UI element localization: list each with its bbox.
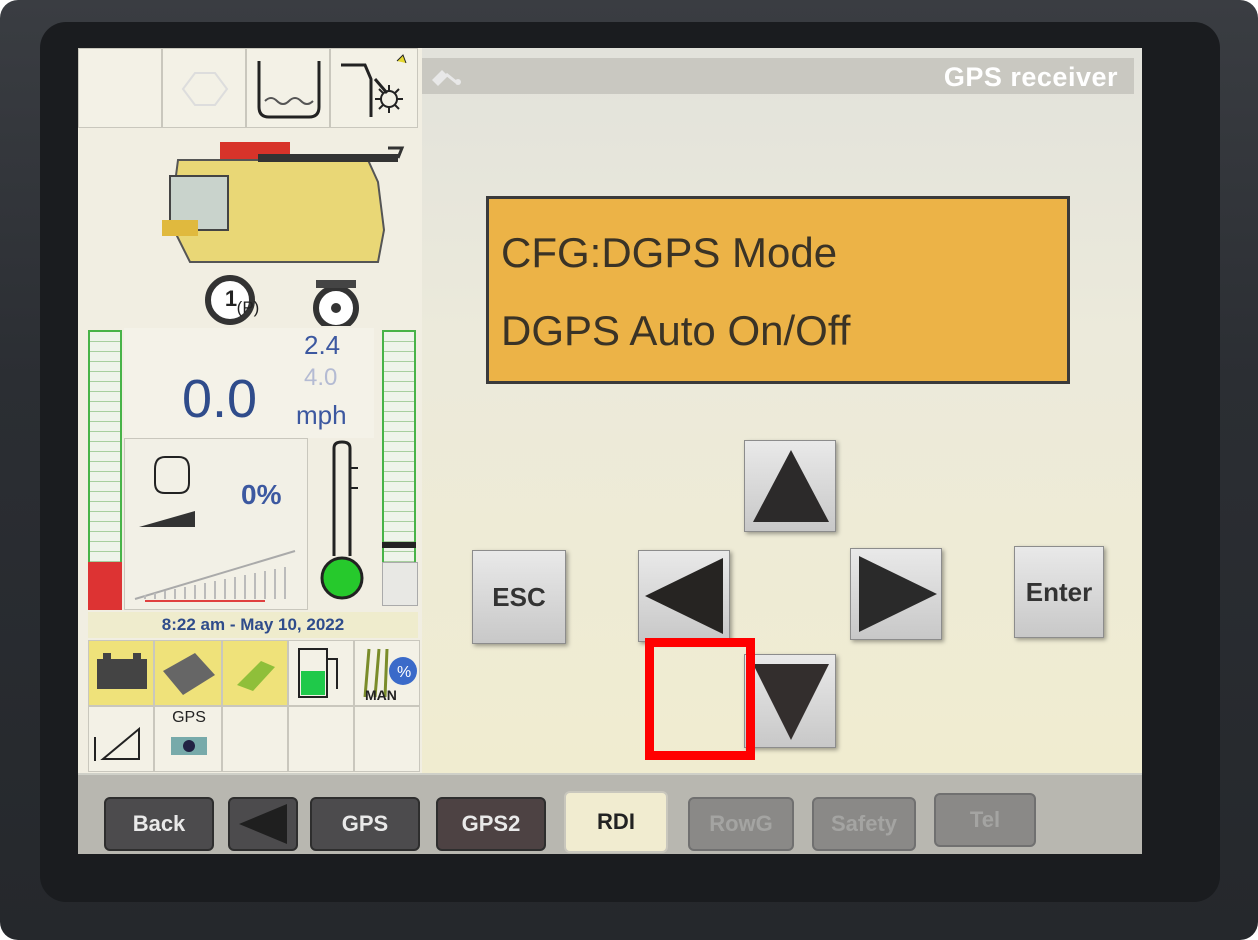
enter-label: Enter [1025, 576, 1093, 607]
empty-slot [78, 48, 162, 128]
tab-back[interactable]: Back [104, 797, 214, 851]
tab-safety[interactable]: Safety [812, 797, 916, 851]
engine-load-icon [134, 456, 296, 602]
man-label: MAN [365, 687, 397, 703]
display-line-1: CFG:DGPS Mode [501, 229, 838, 276]
tab-rdi[interactable]: RDI [564, 791, 668, 853]
fuel-pump-icon [88, 562, 122, 610]
tab-gps2[interactable]: GPS2 [436, 797, 546, 851]
speed-preset-low: 4.0 [304, 364, 338, 391]
header-bar: GPS receiver [422, 58, 1134, 94]
speed-value: 0.0 [182, 369, 258, 429]
svg-text:%: % [397, 664, 411, 681]
up-arrow-icon [753, 450, 829, 522]
load-percent: 0% [241, 479, 282, 510]
left-arrow-button[interactable] [638, 550, 730, 642]
display-bezel: 1 (P) 0.0 2.4 4.0 mph 0% 8:22 am - May 1… [0, 0, 1258, 940]
status-panel: 1 (P) 0.0 2.4 4.0 mph 0% 8:22 am - May 1… [78, 48, 425, 773]
grain-tank-icon[interactable] [246, 48, 330, 128]
tab-gps[interactable]: GPS [310, 797, 420, 851]
back-arrow-icon [239, 804, 287, 844]
esc-label: ESC [492, 581, 546, 612]
engine-load: 0% [124, 438, 308, 610]
gps-status-icon[interactable]: GPS [154, 706, 222, 772]
terminal-screen: 1 (P) 0.0 2.4 4.0 mph 0% 8:22 am - May 1… [78, 48, 1142, 854]
left-level-gauge [84, 330, 124, 610]
empty-slot [288, 706, 354, 772]
satellite-icon [432, 70, 461, 86]
display-module-icon[interactable] [154, 640, 222, 706]
level-marker [382, 542, 416, 548]
right-level-gauge [378, 330, 418, 610]
empty-slot [222, 706, 288, 772]
header-height-icon[interactable] [88, 706, 154, 772]
battery-icon[interactable] [88, 640, 154, 706]
tab-previous[interactable] [228, 797, 298, 851]
hydraulic-icon[interactable] [222, 640, 288, 706]
down-arrow-button[interactable] [744, 654, 836, 748]
down-arrow-icon [753, 664, 829, 740]
date-time: 8:22 am - May 10, 2022 [88, 612, 418, 638]
speed-preset-high: 2.4 [304, 330, 341, 360]
gps-receiver-panel: GPS receiver CFG:DGPS Mode DGPS Auto On/… [422, 48, 1142, 773]
level-bar [382, 330, 416, 564]
right-arrow-icon [859, 556, 937, 632]
left-arrow-icon [645, 558, 723, 634]
display-line-2: DGPS Auto On/Off [501, 307, 851, 354]
empty-slot [354, 706, 420, 772]
up-arrow-button[interactable] [744, 440, 836, 532]
combine-icon [162, 142, 405, 331]
esc-button[interactable]: ESC [472, 550, 566, 644]
tab-rowg[interactable]: RowG [688, 797, 794, 851]
tab-tel[interactable]: Tel [934, 793, 1036, 847]
page-title: GPS receiver [943, 62, 1118, 92]
unload-light-icon[interactable] [330, 48, 418, 128]
grain-moisture-icon[interactable]: % MAN [354, 640, 420, 706]
header-icon[interactable] [162, 48, 246, 128]
fuel-gauge-icon[interactable] [288, 640, 354, 706]
level-bar [88, 330, 122, 564]
auxiliary-icon [382, 562, 418, 606]
enter-button[interactable]: Enter [1014, 546, 1104, 638]
highlight-box [645, 638, 755, 760]
speed-unit: mph [296, 400, 347, 430]
park-indicator: (P) [236, 298, 260, 317]
speed-display: 0.0 2.4 4.0 mph [124, 328, 374, 438]
thermometer-icon [320, 440, 364, 600]
receiver-display: CFG:DGPS Mode DGPS Auto On/Off [486, 196, 1070, 384]
gps-label: GPS [172, 709, 206, 726]
combine-status: 1 (P) [78, 130, 418, 331]
tab-bar: Back GPS GPS2 RDI RowG Safety Tel [78, 775, 1142, 854]
right-arrow-button[interactable] [850, 548, 942, 640]
coolant-temperature [310, 438, 378, 610]
